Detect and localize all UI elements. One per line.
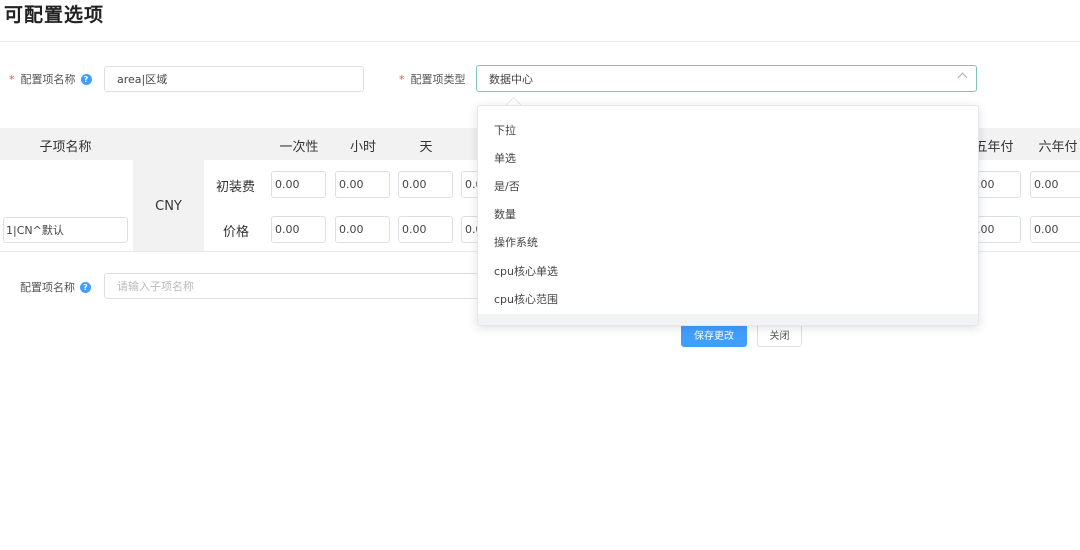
row-label-price: 价格 xyxy=(223,225,250,240)
price-six-year-input[interactable]: 0.00 xyxy=(1030,216,1080,243)
setup-fee-day-input[interactable]: 0.00 xyxy=(398,171,453,198)
price-onetime-input[interactable]: 0.00 xyxy=(271,216,326,243)
dropdown-item[interactable]: cpu核心单选 xyxy=(494,263,558,279)
currency-cell: CNY xyxy=(133,160,204,252)
config-type-label-text: 配置项类型 xyxy=(410,73,466,86)
row-label-setup-fee: 初装费 xyxy=(216,180,256,195)
dropdown-item[interactable]: 下拉 xyxy=(494,122,516,138)
dropdown-item[interactable]: 单选 xyxy=(494,150,516,166)
dropdown-item[interactable]: 数量 xyxy=(494,206,516,222)
column-day: 天 xyxy=(419,140,433,155)
column-onetime: 一次性 xyxy=(279,140,319,155)
subitem-name-input[interactable]: 1|CN^默认 xyxy=(3,217,128,243)
config-name-label-text: 配置项名称 xyxy=(20,73,76,86)
column-subname: 子项名称 xyxy=(39,140,92,155)
add-subitem-label: 配置项名称 ? xyxy=(20,279,91,295)
price-hour-input[interactable]: 0.00 xyxy=(335,216,390,243)
config-name-label: * 配置项名称 ? xyxy=(9,71,92,87)
dropdown-scroll-fade xyxy=(478,314,978,325)
price-day-input[interactable]: 0.00 xyxy=(398,216,453,243)
page-title: 可配置选项 xyxy=(4,4,105,26)
type-dropdown: 下拉 单选 是/否 数量 操作系统 cpu核心单选 cpu核心范围 内存单选 xyxy=(477,105,979,326)
config-type-select[interactable]: 数据中心 xyxy=(476,65,977,92)
required-mark: * xyxy=(399,72,405,86)
required-mark: * xyxy=(9,72,15,86)
title-divider xyxy=(0,41,1080,42)
config-type-label: * 配置项类型 xyxy=(399,71,466,87)
add-subitem-label-text: 配置项名称 xyxy=(20,281,75,294)
config-type-selected: 数据中心 xyxy=(489,72,533,86)
help-icon[interactable]: ? xyxy=(80,73,92,85)
column-six-year: 六年付 xyxy=(1038,140,1078,155)
column-hour: 小时 xyxy=(349,140,376,155)
dropdown-item[interactable]: cpu核心范围 xyxy=(494,291,558,307)
dropdown-item[interactable]: 是/否 xyxy=(494,178,520,194)
dropdown-item[interactable]: 操作系统 xyxy=(494,234,538,250)
setup-fee-onetime-input[interactable]: 0.00 xyxy=(271,171,326,198)
help-icon[interactable]: ? xyxy=(80,281,91,293)
config-name-input[interactable]: area|区域 xyxy=(104,66,364,92)
setup-fee-six-year-input[interactable]: 0.00 xyxy=(1030,171,1080,198)
chevron-up-icon xyxy=(957,72,968,83)
setup-fee-hour-input[interactable]: 0.00 xyxy=(335,171,390,198)
